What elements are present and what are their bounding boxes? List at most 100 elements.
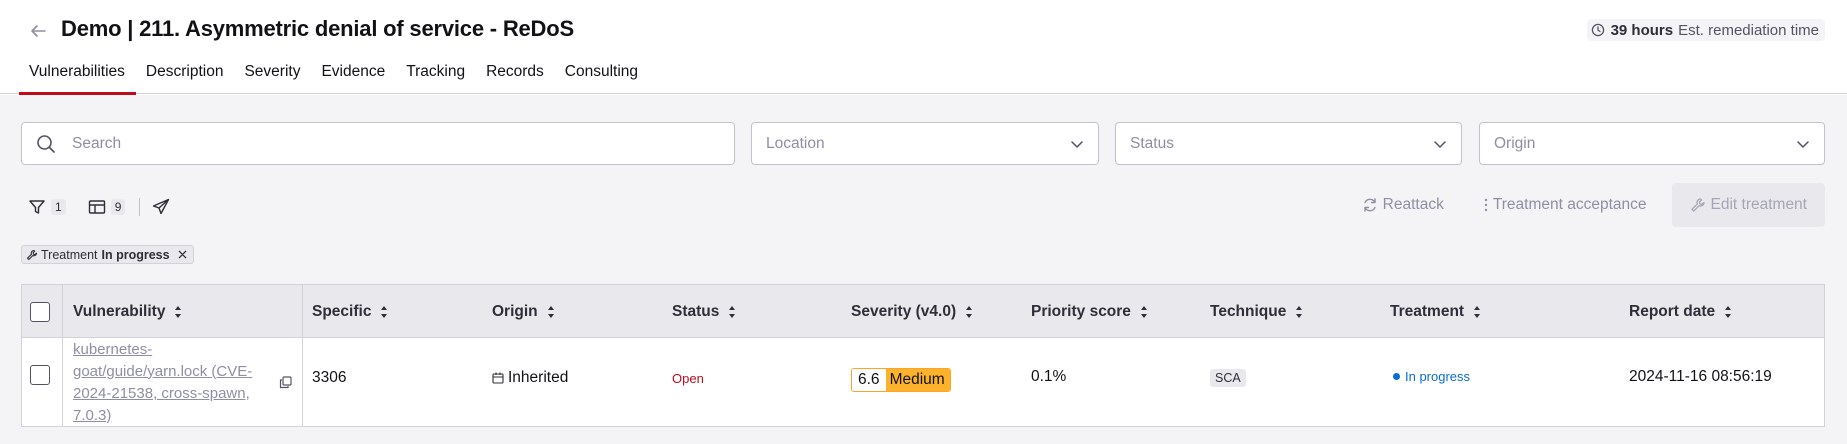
edit-treatment-button[interactable]: Edit treatment [1671,183,1825,227]
remediation-label: Est. remediation time [1678,21,1819,39]
status-placeholder: Status [1130,134,1174,152]
chip-key: Treatment [41,247,98,262]
severity-cell: 6.6 Medium [851,368,951,392]
origin-select[interactable]: Origin [1479,122,1825,165]
status-select[interactable]: Status [1115,122,1462,165]
treatment-acceptance-button[interactable]: Treatment acceptance [1484,196,1647,214]
column-header-label: Treatment [1390,302,1465,320]
toolbar-divider [139,198,141,216]
vulnerability-cell: kubernetes-goat/guide/yarn.lock (CVE-202… [73,339,292,426]
filter-icon [29,200,45,214]
vulnerabilities-table: Vulnerability Specific Origin Status Sev… [21,284,1825,427]
tab-records[interactable]: Records [476,58,555,94]
sort-icon [965,305,973,319]
clock-icon [1591,22,1607,38]
select-all-checkbox[interactable] [30,301,50,322]
column-header-label: Technique [1210,302,1287,320]
refresh-icon [1363,198,1376,212]
wrench-icon [26,249,38,260]
sort-icon [1473,305,1481,319]
chevron-down-icon [1432,136,1448,152]
status-dot-icon [1393,373,1400,380]
chevron-down-icon [1795,136,1811,152]
sort-icon [728,305,736,319]
main-content: Search Location Status Origin 1 9 Reatta… [0,95,1847,444]
filter-button[interactable]: 1 [28,198,66,216]
sort-icon [1724,305,1732,319]
origin-value: Inherited [508,369,569,386]
status-badge: Open [669,369,707,388]
row-checkbox[interactable] [30,365,50,385]
page-header: Demo | 211. Asymmetric denial of service… [0,0,1847,95]
sort-icon [547,305,555,319]
vulnerability-link[interactable]: kubernetes-goat/guide/yarn.lock (CVE-202… [73,339,263,427]
treatment-cell: In progress [1393,369,1470,384]
column-header-specific[interactable]: Specific [312,285,388,338]
chip-value: In progress [101,247,170,262]
copy-icon[interactable] [279,375,292,389]
technique-cell: SCA [1210,369,1246,387]
more-vertical-icon [1484,198,1488,212]
tab-consulting[interactable]: Consulting [555,58,649,94]
search-input[interactable]: Search [21,122,735,165]
sort-icon [1140,305,1148,319]
action-bar: Reattack Treatment acceptance Edit treat… [1322,183,1825,227]
tab-severity[interactable]: Severity [234,58,311,94]
column-header-technique[interactable]: Technique [1210,285,1303,338]
tab-vulnerabilities[interactable]: Vulnerabilities [19,58,136,95]
tab-evidence[interactable]: Evidence [311,58,396,94]
technique-badge: SCA [1210,369,1246,387]
send-button[interactable] [152,198,170,216]
column-divider [62,285,63,426]
column-header-status[interactable]: Status [672,285,736,338]
search-placeholder: Search [72,134,122,152]
specific-cell: 3306 [312,369,347,386]
search-icon [36,134,56,154]
tab-tracking[interactable]: Tracking [396,58,476,94]
column-divider [302,285,303,426]
table-toolbar: 1 9 [28,195,170,219]
filter-count: 1 [51,199,66,215]
back-button[interactable] [26,19,50,43]
origin-cell: Inherited [492,369,568,387]
location-placeholder: Location [766,134,825,152]
close-icon[interactable] [178,250,187,259]
row-select-cell [30,365,50,385]
tab-description[interactable]: Description [136,58,235,94]
arrow-left-icon [31,25,46,37]
column-header-label: Vulnerability [73,302,166,320]
send-icon [153,198,170,215]
tab-bar: Vulnerabilities Description Severity Evi… [19,58,649,95]
columns-button[interactable]: 9 [88,198,126,216]
column-header-vulnerability[interactable]: Vulnerability [73,285,182,338]
column-header-origin[interactable]: Origin [492,285,555,338]
severity-badge: 6.6 Medium [851,368,951,392]
column-header-label: Specific [312,302,372,320]
page-title: Demo | 211. Asymmetric denial of service… [61,16,574,41]
column-header-label: Report date [1629,302,1716,320]
column-header-label: Status [672,302,720,320]
column-header-label: Severity (v4.0) [851,302,957,320]
column-header-severity[interactable]: Severity (v4.0) [851,285,973,338]
calendar-icon [492,372,504,384]
priority-score-cell: 0.1% [1031,368,1067,385]
sort-icon [1295,305,1303,319]
table-header: Vulnerability Specific Origin Status Sev… [22,285,1824,338]
wrench-icon [1690,198,1705,212]
chevron-down-icon [1069,136,1085,152]
treatment-acceptance-label: Treatment acceptance [1492,196,1647,213]
column-header-report-date[interactable]: Report date [1629,285,1732,338]
columns-count: 9 [110,199,126,215]
report-date-cell: 2024-11-16 08:56:19 [1629,368,1772,385]
treatment-value: In progress [1405,369,1471,384]
sort-icon [380,305,388,319]
active-filter-chip: Treatment In progress [21,245,194,264]
sort-icon [174,305,182,319]
column-header-treatment[interactable]: Treatment [1390,285,1481,338]
column-header-label: Priority score [1031,302,1131,320]
location-select[interactable]: Location [751,122,1099,165]
severity-score: 6.6 [852,369,886,391]
column-header-priority-score[interactable]: Priority score [1031,285,1148,338]
origin-placeholder: Origin [1494,134,1536,152]
reattack-button[interactable]: Reattack [1362,196,1444,214]
